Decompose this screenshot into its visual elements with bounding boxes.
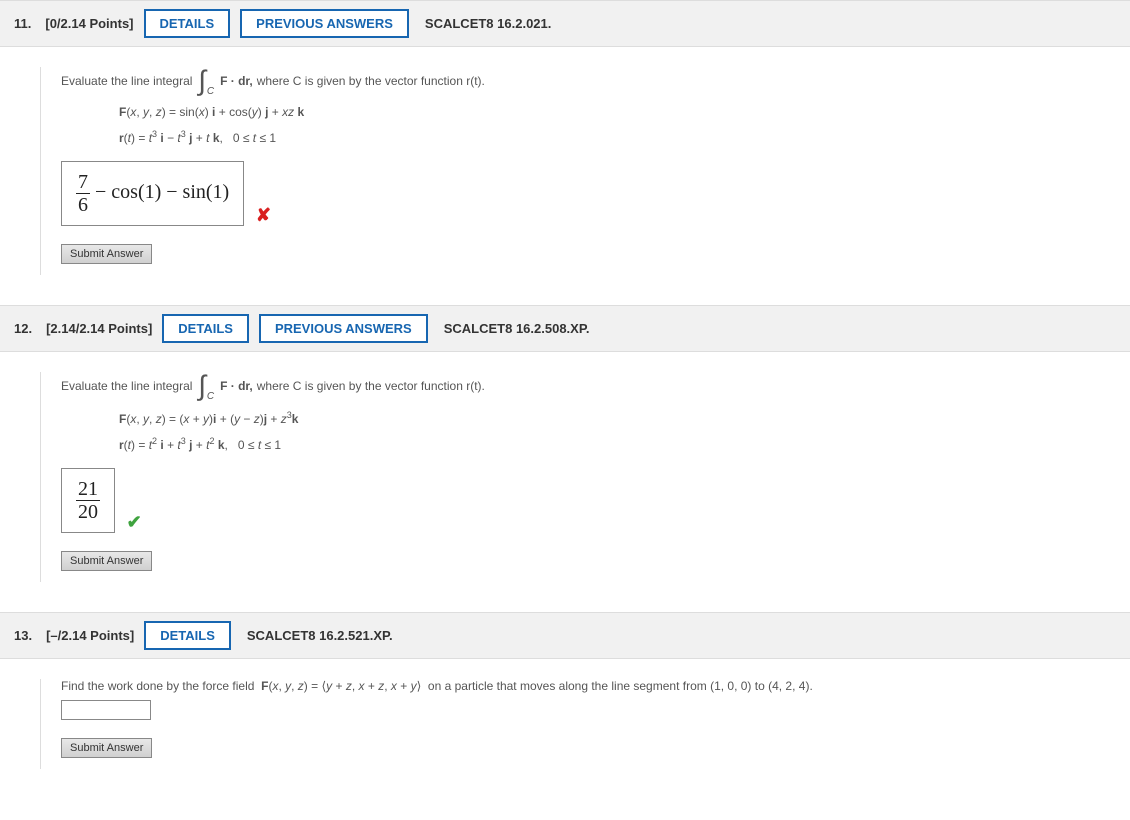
prompt-text-2: where C is given by the vector function …: [257, 74, 485, 88]
question-13: 13. [–/2.14 Points] DETAILS SCALCET8 16.…: [0, 612, 1130, 789]
integral-icon: ∫C: [198, 372, 206, 400]
incorrect-icon: ✘: [256, 205, 271, 226]
submit-answer-button[interactable]: Submit Answer: [61, 738, 152, 758]
answer-box[interactable]: 76 − cos(1) − sin(1): [61, 161, 244, 226]
submit-row: Submit Answer: [61, 244, 152, 265]
question-number: 13.: [14, 628, 32, 643]
points-label: [2.14/2.14 Points]: [46, 321, 152, 336]
source-reference: SCALCET8 16.2.521.XP.: [247, 628, 393, 643]
field-definition: F(x, y, z) = sin(x) i + cos(y) j + xz k: [119, 105, 1130, 119]
integrand: F · dr,: [220, 379, 253, 393]
question-12: 12. [2.14/2.14 Points] DETAILS PREVIOUS …: [0, 305, 1130, 602]
question-header: 13. [–/2.14 Points] DETAILS SCALCET8 16.…: [0, 612, 1130, 659]
question-number: 12.: [14, 321, 32, 336]
question-prompt: Find the work done by the force field F(…: [61, 679, 1130, 694]
submit-answer-button[interactable]: Submit Answer: [61, 244, 152, 264]
question-11: 11. [0/2.14 Points] DETAILS PREVIOUS ANS…: [0, 0, 1130, 295]
prompt-text: Evaluate the line integral: [61, 379, 192, 393]
curve-definition: r(t) = t3 i − t3 j + t k, 0 ≤ t ≤ 1: [119, 129, 1130, 145]
prompt-text-2: where C is given by the vector function …: [257, 379, 485, 393]
ans-num: 7: [76, 172, 90, 194]
correct-icon: ✔: [127, 512, 142, 533]
prompt-text: Evaluate the line integral: [61, 74, 192, 88]
integrand: F · dr,: [220, 74, 253, 88]
source-reference: SCALCET8 16.2.021.: [425, 16, 551, 31]
question-prompt: Evaluate the line integral ∫C F · dr, wh…: [61, 372, 1130, 400]
submit-row: Submit Answer: [61, 551, 152, 572]
source-reference: SCALCET8 16.2.508.XP.: [444, 321, 590, 336]
ans-den: 6: [76, 194, 90, 215]
ans-num: 21: [76, 479, 100, 501]
answer-input[interactable]: [61, 700, 151, 720]
question-number: 11.: [14, 16, 31, 31]
field-definition: F(x, y, z) = (x + y)i + (y − z)j + z3k: [119, 410, 1130, 426]
points-label: [0/2.14 Points]: [45, 16, 133, 31]
previous-answers-button[interactable]: PREVIOUS ANSWERS: [259, 314, 428, 343]
ans-den: 20: [76, 501, 100, 522]
question-header: 12. [2.14/2.14 Points] DETAILS PREVIOUS …: [0, 305, 1130, 352]
submit-answer-button[interactable]: Submit Answer: [61, 551, 152, 571]
ans-rest: − cos(1) − sin(1): [90, 181, 229, 203]
curve-definition: r(t) = t2 i + t3 j + t2 k, 0 ≤ t ≤ 1: [119, 436, 1130, 452]
submit-row: Submit Answer: [61, 738, 152, 759]
question-prompt: Evaluate the line integral ∫C F · dr, wh…: [61, 67, 1130, 95]
previous-answers-button[interactable]: PREVIOUS ANSWERS: [240, 9, 409, 38]
points-label: [–/2.14 Points]: [46, 628, 134, 643]
details-button[interactable]: DETAILS: [144, 621, 231, 650]
integral-icon: ∫C: [198, 67, 206, 95]
answer-box[interactable]: 2120: [61, 468, 115, 533]
question-header: 11. [0/2.14 Points] DETAILS PREVIOUS ANS…: [0, 0, 1130, 47]
details-button[interactable]: DETAILS: [144, 9, 231, 38]
details-button[interactable]: DETAILS: [162, 314, 249, 343]
